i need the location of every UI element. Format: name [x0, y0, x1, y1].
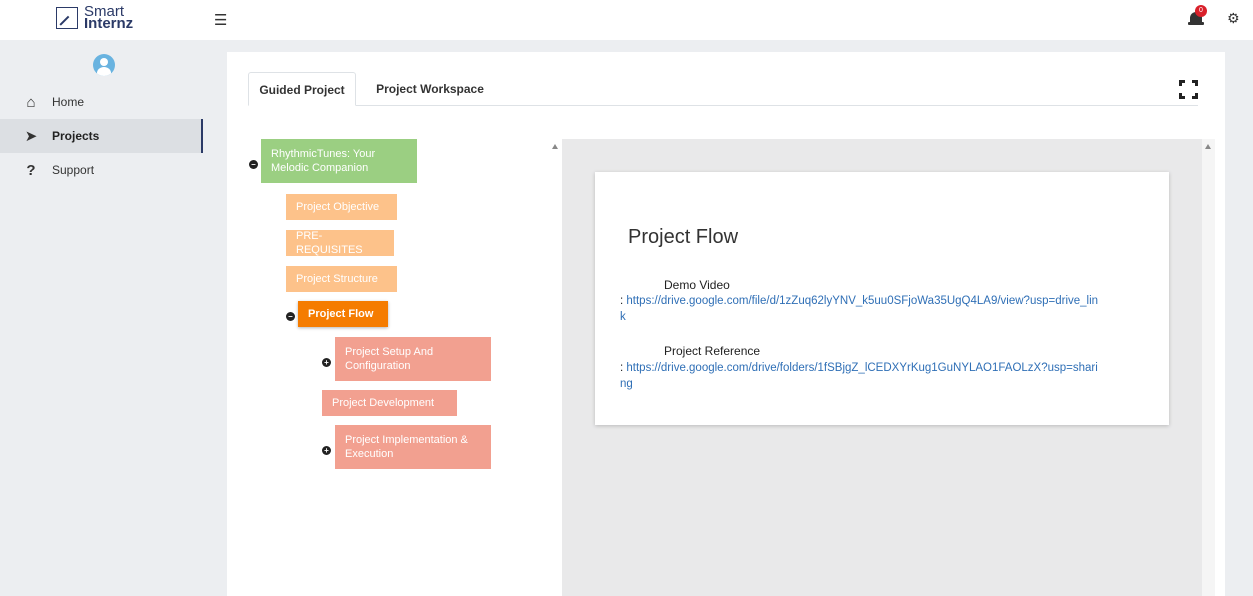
expand-icon[interactable]: + — [322, 446, 331, 455]
tree-node-project-implementation[interactable]: Project Implementation & Execution — [335, 425, 491, 469]
scrollbar-right[interactable] — [1202, 139, 1215, 596]
demo-video-label: Demo Video — [664, 278, 730, 292]
scrollbar-left[interactable] — [549, 139, 562, 596]
avatar[interactable] — [93, 54, 115, 76]
top-bar: Smart Internz ☰ 0 ⚙ — [0, 0, 1253, 40]
sidebar: ⌂ Home ➤ Projects ? Support — [0, 40, 203, 596]
expand-icon[interactable]: + — [322, 358, 331, 367]
brand-logo[interactable]: Smart Internz — [56, 4, 134, 32]
tree-node-project-development[interactable]: Project Development — [322, 390, 457, 416]
tree-node-project-setup[interactable]: Project Setup And Configuration — [335, 337, 491, 381]
project-reference-label: Project Reference — [664, 344, 761, 358]
demo-video-link-row: : https://drive.google.com/file/d/1zZuq6… — [620, 295, 1099, 323]
collapse-icon[interactable]: – — [286, 312, 295, 321]
scroll-up-arrow-icon[interactable] — [552, 144, 558, 149]
sidebar-item-label: Support — [52, 163, 95, 177]
collapse-icon[interactable]: – — [249, 160, 258, 169]
content-document: Project Flow Demo Video : https://drive.… — [595, 172, 1169, 425]
scroll-up-arrow-icon[interactable] — [1205, 144, 1211, 149]
tab-bar: Guided Project Project Workspace — [248, 72, 1198, 106]
gear-icon[interactable]: ⚙ — [1227, 10, 1240, 27]
sidebar-item-home[interactable]: ⌂ Home — [0, 85, 203, 119]
question-icon: ? — [26, 161, 36, 179]
sidebar-item-label: Projects — [52, 129, 100, 143]
demo-video-link[interactable]: https://drive.google.com/file/d/1zZuq62l… — [620, 295, 1098, 323]
notification-count-badge: 0 — [1195, 5, 1207, 17]
hamburger-icon[interactable]: ☰ — [214, 11, 227, 29]
sidebar-item-projects[interactable]: ➤ Projects — [0, 119, 203, 153]
project-reference-link[interactable]: https://drive.google.com/drive/folders/1… — [620, 362, 1098, 390]
home-icon: ⌂ — [26, 93, 36, 111]
tab-project-workspace[interactable]: Project Workspace — [360, 72, 500, 106]
paper-plane-icon: ➤ — [24, 128, 38, 145]
content-title: Project Flow — [628, 226, 739, 248]
tree-node-project-flow[interactable]: Project Flow — [298, 301, 388, 327]
fullscreen-icon[interactable] — [1179, 80, 1198, 99]
sidebar-item-support[interactable]: ? Support — [0, 153, 203, 187]
tree-node-prerequisites[interactable]: PRE-REQUISITES — [286, 230, 394, 256]
project-reference-link-row: : https://drive.google.com/drive/folders… — [620, 362, 1098, 390]
logo-icon — [56, 7, 78, 29]
sidebar-item-label: Home — [52, 95, 85, 109]
tree-node-project-structure[interactable]: Project Structure — [286, 266, 397, 292]
brand-name-line2: Internz — [84, 15, 134, 32]
notifications-button[interactable]: 0 — [1188, 5, 1207, 28]
tree-node-project-objective[interactable]: Project Objective — [286, 194, 397, 220]
tab-guided-project[interactable]: Guided Project — [248, 72, 356, 106]
tree-node-root[interactable]: RhythmicTunes: Your Melodic Companion — [261, 139, 417, 183]
